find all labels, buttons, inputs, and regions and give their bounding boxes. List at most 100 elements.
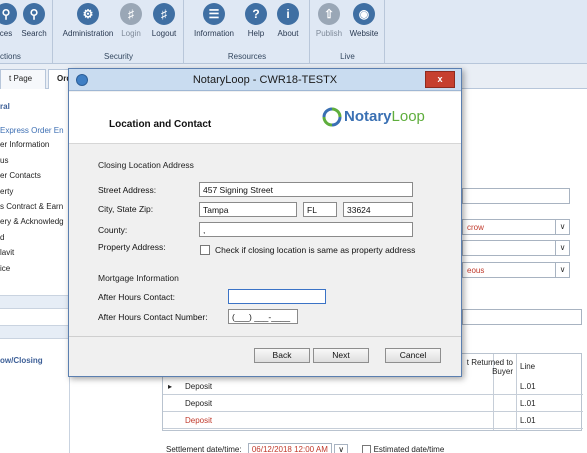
dialog-title-bar: NotaryLoop - CWR18-TESTX x bbox=[69, 69, 461, 91]
ribbon-button-label: About bbox=[277, 29, 299, 38]
ribbon-button-label: Publish bbox=[315, 29, 343, 38]
info-icon: i bbox=[277, 3, 299, 25]
nav-section-band bbox=[0, 325, 69, 339]
ribbon-group-title: Resources bbox=[227, 52, 267, 61]
nav-item-express-order-entry[interactable]: Express Order En bbox=[0, 126, 64, 135]
ribbon-button-help[interactable]: ? Help bbox=[241, 3, 271, 38]
book-icon: ☰ bbox=[203, 3, 225, 25]
section-closing-location: Closing Location Address bbox=[98, 160, 194, 170]
after-hours-contact-number-field[interactable]: (___) ___-____ bbox=[228, 309, 298, 324]
dropdown-value: eous bbox=[467, 266, 485, 275]
background-dropdown-escrow[interactable]: crow ∨ bbox=[462, 219, 570, 235]
ribbon-group-title: Security bbox=[104, 52, 133, 61]
zip-field[interactable]: 33624 bbox=[343, 202, 413, 217]
ribbon-button-label: Search bbox=[21, 29, 47, 38]
after-hours-contact-label: After Hours Contact: bbox=[98, 292, 176, 302]
dialog-header-title: Location and Contact bbox=[109, 119, 212, 130]
street-address-label: Street Address: bbox=[98, 185, 157, 195]
nav-item-order-contacts[interactable]: er Contacts bbox=[0, 171, 41, 180]
table-row[interactable]: Deposit L.01 bbox=[163, 412, 583, 429]
background-dropdown[interactable]: ∨ bbox=[462, 240, 570, 256]
ribbon-button-label: Help bbox=[247, 29, 265, 38]
ribbon-button-website[interactable]: ◉ Website bbox=[347, 3, 381, 38]
street-address-field[interactable]: 457 Signing Street bbox=[199, 182, 413, 197]
ribbon-button-label: Information bbox=[193, 29, 235, 38]
cancel-button[interactable]: Cancel bbox=[385, 348, 441, 363]
search-icon: ⚲ bbox=[23, 3, 45, 25]
row-description: Deposit bbox=[185, 416, 213, 425]
notaryloop-dialog: NotaryLoop - CWR18-TESTX x Location and … bbox=[68, 68, 462, 377]
tab-start-page[interactable]: t Page bbox=[0, 69, 46, 89]
key-icon: ♯ bbox=[120, 3, 142, 25]
county-field[interactable]: , bbox=[199, 222, 413, 237]
background-field[interactable] bbox=[462, 188, 570, 204]
settlement-label: Settlement date/time: bbox=[166, 445, 242, 453]
after-hours-contact-field[interactable] bbox=[228, 289, 326, 304]
row-description: Deposit bbox=[185, 399, 213, 408]
ribbon-button-search[interactable]: ⚲ Search bbox=[14, 3, 54, 38]
ribbon-toolbar: ⚲ ces ⚲ Search ctions ⚙ Administration ♯… bbox=[0, 0, 587, 64]
row-line: L.01 bbox=[520, 399, 536, 408]
property-address-label: Property Address: bbox=[98, 242, 166, 252]
ribbon-button-label: Logout bbox=[151, 29, 177, 38]
ribbon-button-about[interactable]: i About bbox=[273, 3, 303, 38]
nav-section-band bbox=[0, 295, 69, 309]
estimated-label: Estimated date/time bbox=[373, 445, 445, 453]
after-hours-contact-number-label: After Hours Contact Number: bbox=[98, 312, 208, 322]
table-row[interactable]: ▸ Deposit L.01 bbox=[163, 378, 583, 395]
ribbon-group-live: ⇧ Publish ◉ Website Live bbox=[311, 0, 385, 64]
nav-item-d[interactable]: d bbox=[0, 233, 4, 242]
city-field[interactable]: Tampa bbox=[199, 202, 297, 217]
grid-header-returned-to-buyer: t Returned to Buyer bbox=[466, 358, 513, 376]
background-field[interactable] bbox=[462, 309, 582, 325]
ribbon-button-information[interactable]: ☰ Information bbox=[189, 3, 239, 38]
nav-item-notice[interactable]: ice bbox=[0, 264, 10, 273]
ribbon-group-actions: ⚲ ces ⚲ Search ctions bbox=[0, 0, 53, 64]
row-line: L.01 bbox=[520, 416, 536, 425]
ribbon-button-administration[interactable]: ⚙ Administration bbox=[60, 3, 116, 38]
nav-item-delivery-acknowledgement[interactable]: ery & Acknowledg bbox=[0, 217, 64, 226]
back-button[interactable]: Back bbox=[254, 348, 310, 363]
globe-icon: ◉ bbox=[353, 3, 375, 25]
ribbon-button-label: Website bbox=[349, 29, 379, 38]
gear-icon: ⚙ bbox=[77, 3, 99, 25]
nav-heading-general: ral bbox=[0, 102, 10, 111]
ribbon-group-security: ⚙ Administration ♯ Login ♯ Logout Securi… bbox=[54, 0, 184, 64]
ribbon-button-login[interactable]: ♯ Login bbox=[116, 3, 146, 38]
row-line: L.01 bbox=[520, 382, 536, 391]
dialog-header: Location and Contact NotaryLoop bbox=[69, 92, 461, 144]
estimated-checkbox[interactable] bbox=[362, 445, 372, 453]
chevron-down-icon[interactable]: ∨ bbox=[334, 444, 349, 453]
settlement-row: Settlement date/time: 06/12/2018 12:00 A… bbox=[166, 443, 444, 453]
close-button[interactable]: x bbox=[425, 71, 455, 88]
ribbon-button-logout[interactable]: ♯ Logout bbox=[148, 3, 180, 38]
publish-icon: ⇧ bbox=[318, 3, 340, 25]
notaryloop-logo-icon bbox=[322, 107, 342, 127]
settlement-datetime-field[interactable]: 06/12/2018 12:00 AM bbox=[247, 443, 332, 453]
city-state-zip-label: City, State Zip: bbox=[98, 204, 154, 214]
state-field[interactable]: FL bbox=[303, 202, 337, 217]
help-icon: ? bbox=[245, 3, 267, 25]
section-mortgage-information: Mortgage Information bbox=[98, 273, 179, 283]
nav-item-status[interactable]: us bbox=[0, 156, 8, 165]
same-as-property-checkbox[interactable] bbox=[200, 245, 210, 255]
table-row[interactable]: Deposit L.01 bbox=[163, 395, 583, 412]
chevron-down-icon: ∨ bbox=[555, 241, 569, 255]
same-as-property-checkbox-label: Check if closing location is same as pro… bbox=[215, 245, 416, 255]
ribbon-button-publish[interactable]: ⇧ Publish bbox=[313, 3, 345, 38]
logo-text: NotaryLoop bbox=[344, 108, 425, 125]
county-label: County: bbox=[98, 225, 128, 235]
dropdown-value: crow bbox=[467, 223, 484, 232]
nav-item-property[interactable]: erty bbox=[0, 187, 13, 196]
ribbon-button-label: Administration bbox=[62, 29, 114, 38]
key-icon: ♯ bbox=[153, 3, 175, 25]
chevron-down-icon: ∨ bbox=[555, 220, 569, 234]
next-button[interactable]: Next bbox=[313, 348, 369, 363]
nav-item-affidavit[interactable]: lavit bbox=[0, 248, 14, 257]
nav-item-order-information[interactable]: er Information bbox=[0, 140, 49, 149]
chevron-down-icon: ∨ bbox=[555, 263, 569, 277]
ribbon-group-title: Live bbox=[340, 52, 355, 61]
background-dropdown-miscellaneous[interactable]: eous ∨ bbox=[462, 262, 570, 278]
ribbon-button-label: Login bbox=[121, 29, 141, 38]
nav-item-contract-earnest[interactable]: s Contract & Earn bbox=[0, 202, 63, 211]
